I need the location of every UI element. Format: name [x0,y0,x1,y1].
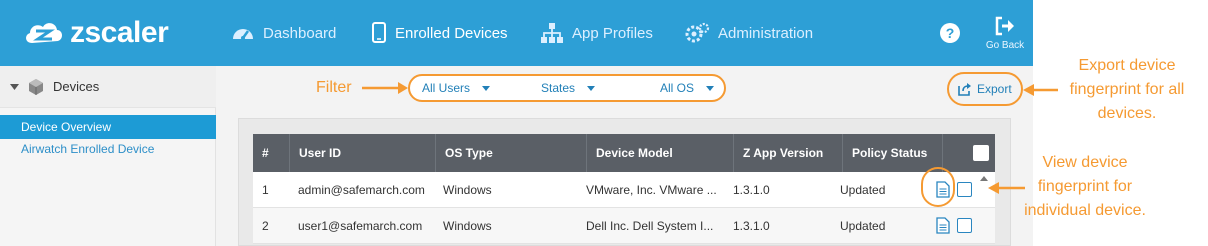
nav-dashboard-label: Dashboard [263,24,337,42]
export-annotation-line-2: fingerprint for all [1069,81,1185,98]
column-header-device-model[interactable]: Device Model [586,134,733,172]
zscaler-logo[interactable]: zscaler [22,14,169,52]
nav-administration-label: Administration [718,24,814,42]
view-annotation-line-1: View device [1042,154,1128,171]
export-annotation: Export device fingerprint for all device… [1052,54,1202,126]
column-header-os-type[interactable]: OS Type [435,134,586,172]
view-fingerprint-icon[interactable] [936,217,950,234]
nav-dashboard[interactable]: Dashboard [231,0,336,66]
column-header-z-app-version[interactable]: Z App Version [733,134,842,172]
nav-administration[interactable]: Administration [684,0,813,66]
row-policy-status: Updated [840,219,886,233]
row-z-app-version: 1.3.1.0 [733,183,770,197]
top-navigation-bar: zscaler Dashboard Enrolled Devices App P… [0,0,1033,66]
row-os-type: Windows [443,183,492,197]
zscaler-cloud-icon [26,23,63,43]
view-fingerprint-highlight [921,167,955,207]
nav-app-profiles-label: App Profiles [572,24,653,42]
os-filter-value: All OS [660,81,695,95]
sidebar-item-label: Device Overview [21,120,112,134]
cube-icon [29,78,43,95]
export-label: Export [977,82,1012,96]
caret-down-icon [706,85,715,91]
export-annotation-line-1: Export device [1078,57,1176,74]
go-back-button[interactable]: Go Back [980,0,1030,66]
row-select-checkbox[interactable] [957,218,972,233]
row-number: 2 [262,219,269,233]
select-all-checkbox[interactable] [973,145,989,161]
column-header-user-id[interactable]: User ID [289,134,435,172]
sidebar-section-devices[interactable]: Devices [0,66,216,108]
sidebar-item-airwatch-enrolled-device[interactable]: Airwatch Enrolled Device [0,137,216,161]
column-header-select [942,134,995,172]
question-circle-icon: ? [940,23,960,43]
sidebar: Devices Device Overview Airwatch Enrolle… [0,66,216,246]
view-annotation-line-2: fingerprint for [1037,178,1133,195]
nav-app-profiles[interactable]: App Profiles [540,0,653,66]
table-header: # User ID OS Type Device Model Z App Ver… [253,134,995,172]
export-annotation-arrow [1023,84,1058,96]
table-row[interactable]: 2 user1@safemarch.com Windows Dell Inc. … [253,208,995,244]
user-filter-value: All Users [422,81,471,95]
hierarchy-icon [541,23,563,43]
mobile-device-icon [372,22,386,43]
row-z-app-version: 1.3.1.0 [733,219,770,233]
row-device-model: VMware, Inc. VMware ... [586,183,717,197]
view-annotation-arrow [988,182,1025,194]
sidebar-item-device-overview[interactable]: Device Overview [0,115,216,139]
column-header-policy-status[interactable]: Policy Status [842,134,942,172]
share-export-icon [958,82,971,96]
export-button[interactable]: Export [958,80,1012,98]
caret-down-icon [482,85,491,91]
dashboard-gauge-icon [233,29,253,40]
sidebar-section-title: Devices [53,79,100,94]
os-filter-dropdown[interactable]: All OS [660,76,715,100]
filter-annotation: Filter [316,79,352,96]
state-filter-value: States [541,81,576,95]
row-device-model: Dell Inc. Dell System I... [586,219,714,233]
app-window: zscaler Dashboard Enrolled Devices App P… [0,0,1033,246]
filter-annotation-arrow [362,82,408,94]
sidebar-item-label: Airwatch Enrolled Device [21,142,155,156]
go-back-label: Go Back [985,39,1025,51]
row-os-type: Windows [443,219,492,233]
row-user-id: user1@safemarch.com [298,219,423,233]
svg-text:?: ? [946,25,955,41]
nav-enrolled-devices-label: Enrolled Devices [395,24,508,42]
brand-name: zscaler [70,16,169,49]
filter-bar: All Users States All OS [408,74,726,102]
row-user-id: admin@safemarch.com [298,183,425,197]
column-header-number[interactable]: # [253,134,289,172]
screenshot-root: zscaler Dashboard Enrolled Devices App P… [0,0,1208,246]
user-filter-dropdown[interactable]: All Users [422,76,491,100]
gears-icon [685,22,710,43]
row-select-checkbox[interactable] [957,182,972,197]
caret-down-icon [10,83,19,90]
view-annotation-line-3: individual device. [1024,202,1146,219]
sign-out-arrow-icon [995,16,1014,35]
caret-down-icon [587,85,596,91]
state-filter-dropdown[interactable]: States [541,76,596,100]
row-policy-status: Updated [840,183,886,197]
table-row[interactable]: 1 admin@safemarch.com Windows VMware, In… [253,172,995,208]
view-annotation: View device fingerprint for individual d… [1010,151,1160,223]
nav-enrolled-devices[interactable]: Enrolled Devices [371,0,508,66]
row-number: 1 [262,183,269,197]
export-annotation-line-3: devices. [1097,105,1157,122]
help-button[interactable]: ? [938,0,962,66]
